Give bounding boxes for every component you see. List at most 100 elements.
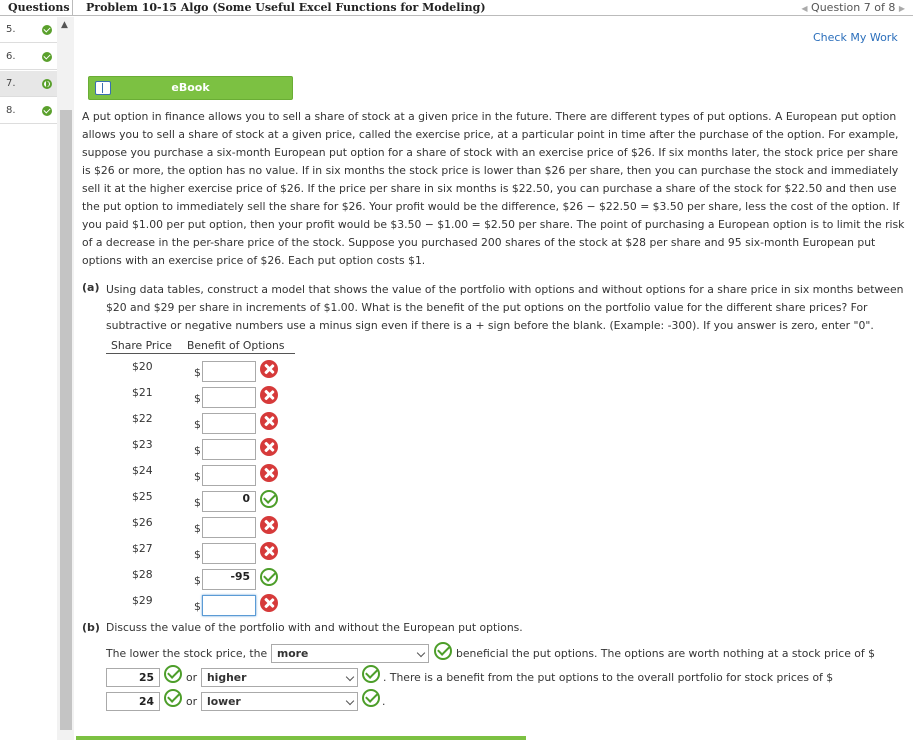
part-b-question-text: Discuss the value of the portfolio with … (106, 621, 523, 634)
share-price-cell: $29 (132, 594, 153, 607)
check-circle-icon (42, 106, 52, 116)
or-label: or (186, 671, 198, 684)
ebook-label: eBook (171, 81, 210, 94)
price-threshold-input[interactable]: 25 (106, 668, 160, 687)
benefit-input[interactable]: -95 (202, 569, 256, 590)
share-price-cell: $26 (132, 516, 153, 529)
currency-symbol: $ (194, 444, 201, 457)
table-row: $23 $ (106, 436, 306, 462)
question-nav-label: Question 7 of 8 (811, 1, 896, 14)
table-row: $27 $ (106, 540, 306, 566)
benefit-input[interactable] (202, 413, 256, 434)
table-row: $22 $ (106, 410, 306, 436)
table-row: $29 $ (106, 592, 306, 618)
part-a-question-text: Using data tables, construct a model tha… (106, 283, 904, 332)
incorrect-x-icon (260, 360, 278, 378)
sidebar-item-question-5[interactable]: 5. (0, 17, 57, 43)
share-price-cell: $20 (132, 360, 153, 373)
benefit-input[interactable] (202, 465, 256, 486)
higher-lower-select[interactable]: higher (201, 668, 358, 687)
sentence-2-suffix: . There is a benefit from the put option… (383, 671, 834, 684)
currency-symbol: $ (194, 470, 201, 483)
or-label: or (186, 695, 198, 708)
prev-arrow-icon[interactable]: ◀ (801, 4, 807, 13)
table-row: $26 $ (106, 514, 306, 540)
incorrect-x-icon (260, 412, 278, 430)
chevron-down-icon (345, 672, 355, 682)
incorrect-x-icon (260, 386, 278, 404)
share-price-cell: $24 (132, 464, 153, 477)
benefit-input[interactable] (202, 361, 256, 382)
table-row: $21 $ (106, 384, 306, 410)
question-sidebar: 5. 6. 7. 8. (0, 17, 57, 740)
currency-symbol: $ (194, 418, 201, 431)
question-number: 8. (6, 105, 16, 116)
sentence-1-prefix: The lower the stock price, the (106, 647, 268, 660)
question-number: 5. (6, 24, 16, 35)
sidebar-item-question-7[interactable]: 7. (0, 71, 57, 97)
incorrect-x-icon (260, 542, 278, 560)
bottom-accent-bar (76, 736, 526, 740)
currency-symbol: $ (194, 574, 201, 587)
incorrect-x-icon (260, 516, 278, 534)
incorrect-x-icon (260, 594, 278, 612)
sidebar-item-question-8[interactable]: 8. (0, 98, 57, 124)
benefit-input[interactable] (202, 543, 256, 564)
correct-check-icon (164, 665, 182, 683)
sidebar-item-question-6[interactable]: 6. (0, 44, 57, 70)
benefit-input-focused[interactable] (202, 595, 256, 616)
currency-symbol: $ (194, 496, 201, 509)
top-bar: Questions Problem 10-15 Algo (Some Usefu… (0, 0, 913, 16)
scrollbar-thumb[interactable] (60, 110, 72, 730)
correct-check-icon (362, 665, 380, 683)
sentence-end: . (382, 695, 386, 708)
check-circle-icon (42, 52, 52, 62)
chevron-down-icon (416, 648, 426, 658)
incorrect-x-icon (260, 438, 278, 456)
question-number: 7. (6, 78, 16, 89)
benefit-input[interactable] (202, 517, 256, 538)
next-arrow-icon[interactable]: ▶ (899, 4, 905, 13)
correct-check-icon (260, 490, 278, 508)
problem-title: Problem 10-15 Algo (Some Useful Excel Fu… (86, 1, 486, 14)
benefit-input[interactable] (202, 387, 256, 408)
table-row: $24 $ (106, 462, 306, 488)
share-price-cell: $25 (132, 490, 153, 503)
correct-check-icon (434, 642, 452, 660)
column-header-benefit: Benefit of Options (187, 339, 285, 352)
currency-symbol: $ (194, 600, 201, 613)
select-value: higher (207, 671, 247, 684)
part-b-label: (b) (82, 621, 100, 634)
benefit-input[interactable]: 0 (202, 491, 256, 512)
ebook-button[interactable]: eBook (88, 76, 293, 100)
chevron-down-icon (345, 696, 355, 706)
question-number: 6. (6, 51, 16, 62)
incorrect-x-icon (260, 464, 278, 482)
higher-lower-select-2[interactable]: lower (201, 692, 358, 711)
currency-symbol: $ (194, 392, 201, 405)
correct-check-icon (260, 568, 278, 586)
select-value: lower (207, 695, 241, 708)
sentence-1-suffix: beneficial the put options. The options … (456, 647, 875, 660)
share-price-cell: $28 (132, 568, 153, 581)
share-price-cell: $27 (132, 542, 153, 555)
table-header-rule (106, 353, 295, 354)
check-my-work-link[interactable]: Check My Work (813, 31, 898, 44)
table-row: $28 $ -95 (106, 566, 306, 592)
partial-progress-icon (42, 79, 52, 89)
share-price-cell: $23 (132, 438, 153, 451)
table-row: $25 $ 0 (106, 488, 306, 514)
part-a-label: (a) (82, 281, 100, 294)
questions-header: Questions (0, 0, 73, 16)
scroll-up-arrow-icon[interactable]: ▲ (61, 20, 68, 30)
currency-symbol: $ (194, 366, 201, 379)
share-price-cell: $22 (132, 412, 153, 425)
benefit-price-input[interactable]: 24 (106, 692, 160, 711)
problem-intro-text: A put option in finance allows you to se… (82, 110, 905, 267)
check-circle-icon (42, 25, 52, 35)
question-navigator[interactable]: ◀ Question 7 of 8 ▶ (801, 0, 905, 16)
more-less-select[interactable]: more (271, 644, 429, 663)
benefit-input[interactable] (202, 439, 256, 460)
correct-check-icon (164, 689, 182, 707)
currency-symbol: $ (194, 548, 201, 561)
